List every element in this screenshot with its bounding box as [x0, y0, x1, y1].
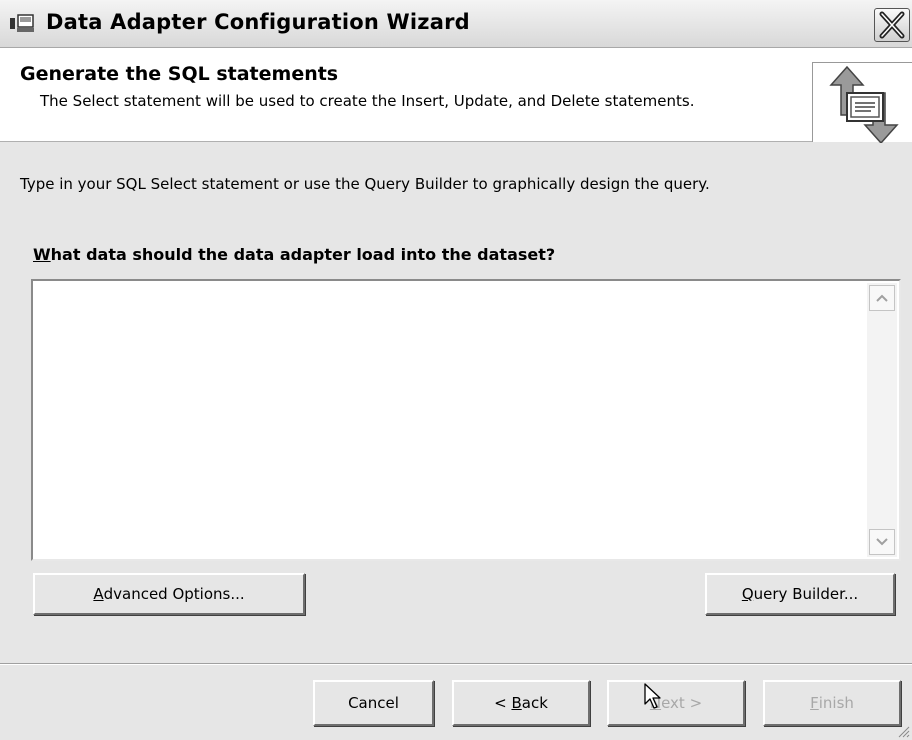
close-button[interactable] [874, 8, 910, 42]
chevron-down-icon [876, 538, 888, 546]
finish-accelerator: F [810, 694, 819, 712]
query-label: uery Builder... [753, 585, 859, 603]
advanced-label: dvanced Options... [103, 585, 245, 603]
next-button[interactable]: Next > [607, 680, 745, 726]
scroll-up-button[interactable] [869, 285, 895, 311]
question-text: hat data should the data adapter load in… [50, 245, 556, 264]
finish-button[interactable]: Finish [763, 680, 901, 726]
back-prefix: < [494, 694, 512, 712]
sql-statement-input[interactable] [35, 283, 863, 557]
query-builder-button[interactable]: Query Builder... [705, 573, 895, 615]
window-title: Data Adapter Configuration Wizard [46, 10, 470, 34]
footer-separator [0, 663, 912, 665]
vertical-scrollbar[interactable] [867, 283, 897, 557]
advanced-options-button[interactable]: Advanced Options... [33, 573, 305, 615]
back-accelerator: B [511, 694, 522, 712]
resize-grip-icon[interactable] [896, 724, 910, 738]
data-adapter-icon [10, 14, 36, 34]
query-accelerator: Q [741, 585, 754, 603]
page-description: The Select statement will be used to cre… [40, 92, 695, 110]
back-label: ack [521, 694, 548, 712]
finish-label: inish [818, 694, 854, 712]
wizard-header: Generate the SQL statements The Select s… [0, 48, 912, 145]
back-button[interactable]: < Back [452, 680, 590, 726]
mouse-pointer-icon [644, 683, 661, 709]
close-icon [879, 11, 905, 39]
wizard-arrows-icon [812, 62, 912, 145]
page-title: Generate the SQL statements [20, 63, 339, 85]
cancel-button[interactable]: Cancel [313, 680, 434, 726]
chevron-up-icon [876, 294, 888, 302]
scroll-down-button[interactable] [869, 529, 895, 555]
instructions-text: Type in your SQL Select statement or use… [20, 175, 710, 193]
cancel-label: Cancel [348, 694, 399, 712]
next-label: ext > [661, 694, 703, 712]
question-accelerator: W [33, 245, 51, 264]
sql-statement-box [31, 279, 901, 561]
sql-question-label: What data should the data adapter load i… [33, 245, 555, 264]
title-bar[interactable]: Data Adapter Configuration Wizard [0, 0, 912, 48]
wizard-window: Data Adapter Configuration Wizard Genera… [0, 0, 912, 740]
advanced-accelerator: A [93, 585, 104, 603]
